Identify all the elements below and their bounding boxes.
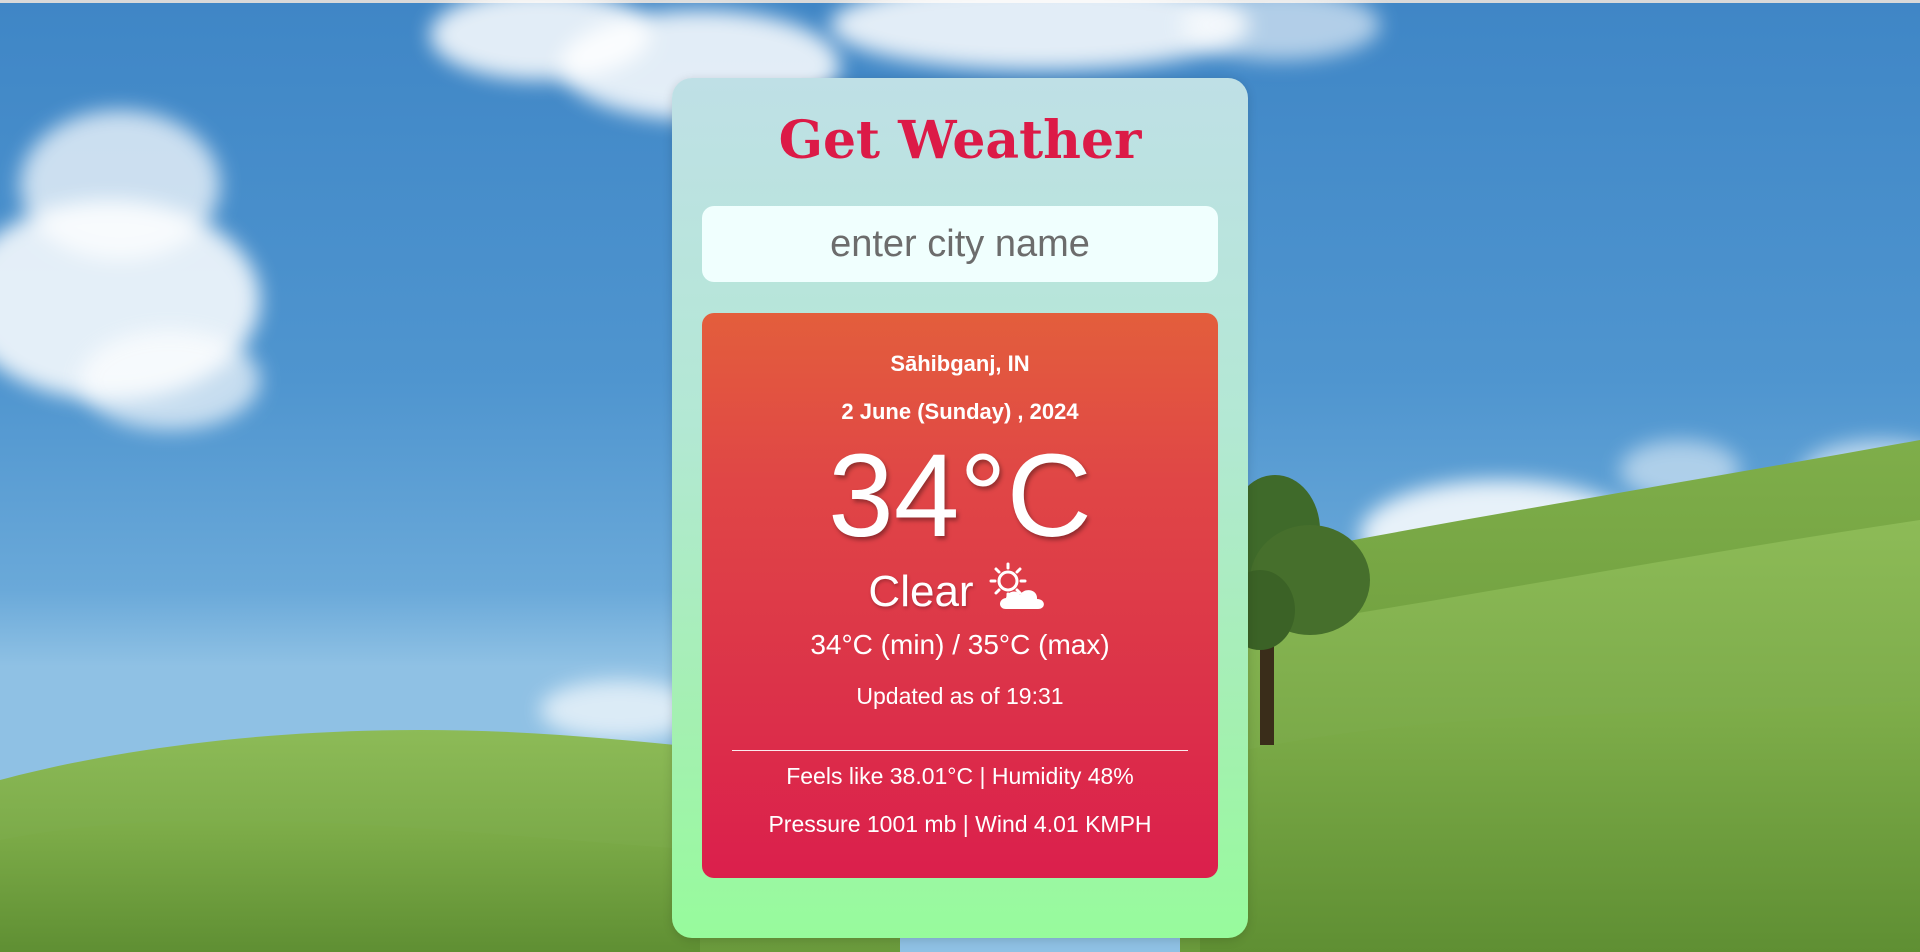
tree (1230, 475, 1370, 745)
pressure-wind: Pressure 1001 mb | Wind 4.01 KMPH (768, 811, 1152, 837)
weather-result-panel: Sāhibganj, IN 2 June (Sunday) , 2024 34°… (702, 313, 1218, 878)
updated-time: Updated as of 19:31 (856, 683, 1064, 709)
feels-like-humidity: Feels like 38.01°C | Humidity 48% (786, 763, 1134, 789)
app-title: Get Weather (778, 110, 1142, 171)
condition-row: Clear (702, 561, 1218, 622)
page-background: Get Weather Sāhibganj, IN 2 June (Sunday… (0, 0, 1920, 952)
current-date: 2 June (Sunday) , 2024 (841, 399, 1079, 424)
city-search-input[interactable] (702, 206, 1218, 282)
city-name: Sāhibganj, IN (890, 351, 1030, 376)
divider (732, 750, 1188, 751)
sun-behind-cloud-icon (986, 561, 1052, 622)
weather-condition: Clear (868, 566, 974, 616)
current-temperature: 34°C (828, 430, 1092, 562)
min-max-temperature: 34°C (min) / 35°C (max) (810, 629, 1110, 660)
weather-app-card: Get Weather Sāhibganj, IN 2 June (Sunday… (672, 78, 1248, 938)
